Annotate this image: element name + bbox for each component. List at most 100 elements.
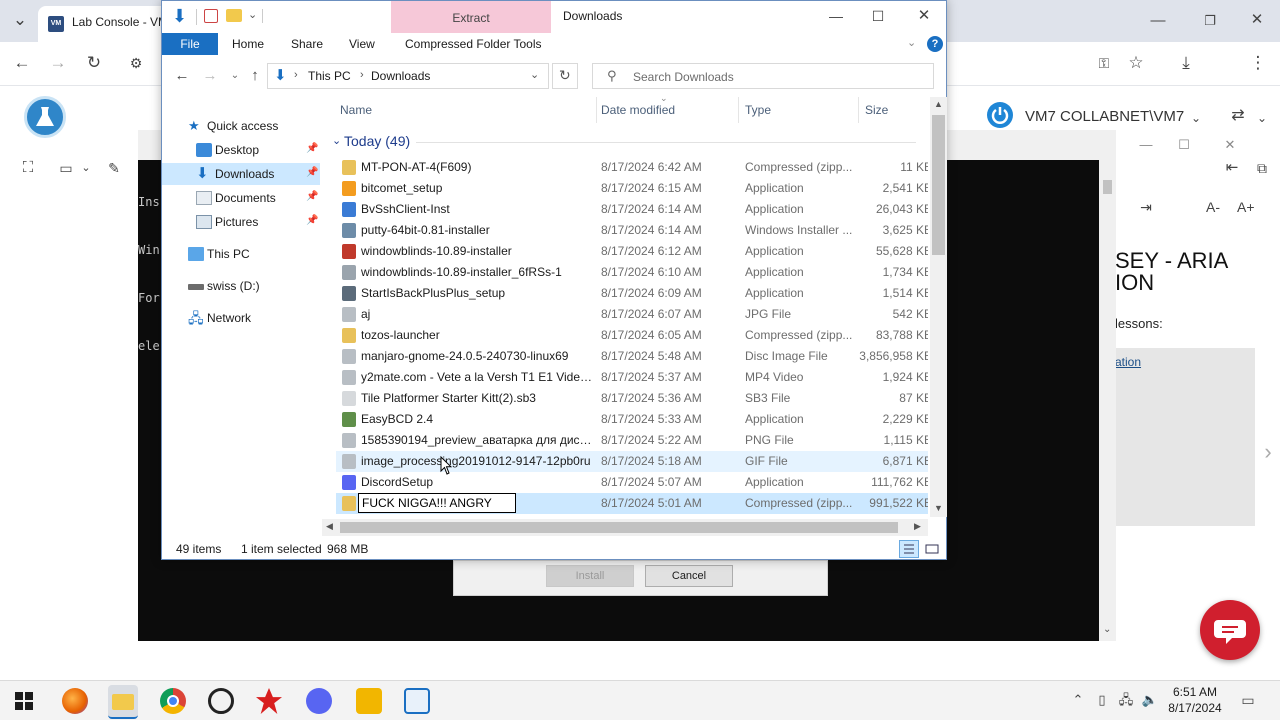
pin-icon[interactable]: 📌 <box>306 215 318 226</box>
volume-icon[interactable]: 🔈 <box>1140 690 1160 710</box>
explorer-maximize-icon[interactable]: ☐ <box>868 6 888 26</box>
tab-file[interactable]: File <box>162 33 218 55</box>
site-info-icon[interactable]: ⚙ <box>126 53 146 73</box>
vm-close-icon[interactable]: ✕ <box>1220 135 1240 155</box>
column-divider[interactable] <box>596 97 597 123</box>
pen-icon[interactable]: ✎ <box>104 158 124 178</box>
explorer-minimize-icon[interactable]: — <box>826 6 846 26</box>
column-name[interactable]: Name <box>340 103 372 117</box>
usb-icon[interactable]: ▯ <box>1092 690 1112 710</box>
panda-app-icon[interactable] <box>208 688 234 714</box>
collapse-panel-icon[interactable]: ⇤ <box>1222 158 1242 178</box>
tab-compressed-folder-tools[interactable]: Compressed Folder Tools <box>391 33 551 55</box>
file-row[interactable]: Tile Platformer Starter Kitt(2).sb3 8/17/… <box>336 388 928 409</box>
nav-item-pictures[interactable]: Pictures 📌 <box>162 211 320 233</box>
properties-icon[interactable] <box>204 9 218 23</box>
pin-icon[interactable]: 📌 <box>306 167 318 178</box>
file-list-vertical-scrollbar[interactable]: ▲ ▼ <box>930 97 947 517</box>
large-icons-view-button[interactable] <box>924 541 940 557</box>
file-row[interactable]: image_processing20191012-9147-12pb0ru 8/1… <box>336 451 928 472</box>
column-size[interactable]: Size <box>865 103 888 117</box>
power-icon[interactable] <box>987 102 1013 128</box>
file-row[interactable]: tozos-launcher 8/17/2024 6:05 AM Compresse… <box>336 325 928 346</box>
vm-selector-chevron-icon[interactable]: ⌄ <box>1186 108 1206 128</box>
lesson-link[interactable]: ation <box>1115 355 1141 369</box>
tab-search-icon[interactable]: ⌄ <box>10 10 30 30</box>
firefox-icon[interactable] <box>62 688 88 714</box>
file-row[interactable]: StartIsBackPlusPlus_setup 8/17/2024 6:09 … <box>336 283 928 304</box>
nav-item-quick-access[interactable]: ★ Quick access <box>162 115 320 137</box>
red-star-app-icon[interactable] <box>256 688 282 714</box>
pin-icon[interactable]: 📌 <box>306 191 318 202</box>
font-smaller-button[interactable]: A- <box>1206 199 1220 215</box>
file-row[interactable]: y2mate.com - Vete a la Versh T1 E1 Video… <box>336 367 928 388</box>
chrome-icon[interactable] <box>160 688 186 714</box>
translate-icon[interactable]: ⇄ <box>1228 106 1248 126</box>
file-row[interactable]: bitcomet_setup 8/17/2024 6:15 AM Applicati… <box>336 178 928 199</box>
vm-scroll-thumb[interactable] <box>1103 180 1112 194</box>
breadcrumb-this-pc[interactable]: This PC <box>308 69 351 83</box>
menu-kebab-icon[interactable]: ⋮ <box>1248 53 1268 73</box>
recent-locations-icon[interactable]: ⌄ <box>225 66 245 86</box>
installer-app-icon[interactable] <box>404 688 430 714</box>
ribbon-expand-icon[interactable]: ⌄ <box>907 36 916 49</box>
details-view-button[interactable] <box>899 540 919 558</box>
restore-icon[interactable]: ❐ <box>1200 11 1220 31</box>
back-icon[interactable]: ← <box>12 53 32 73</box>
nav-item-swiss-drive[interactable]: swiss (D:) <box>162 275 320 297</box>
new-folder-icon[interactable] <box>226 9 242 22</box>
pin-icon[interactable]: 📌 <box>306 143 318 154</box>
file-row[interactable]: EasyBCD 2.4 8/17/2024 5:33 AM Application 2… <box>336 409 928 430</box>
tab-share[interactable]: Share <box>291 37 323 51</box>
skip-last-icon[interactable]: ⇥ <box>1136 197 1156 217</box>
scroll-left-icon[interactable]: ◀ <box>326 521 333 532</box>
file-row[interactable]: windowblinds-10.89-installer 8/17/2024 6:… <box>336 241 928 262</box>
chevron-down-icon[interactable]: ⌄ <box>76 158 96 178</box>
discord-icon[interactable] <box>306 688 332 714</box>
minimize-icon[interactable]: — <box>1148 11 1168 31</box>
file-row[interactable]: MT-PON-AT-4(F609) 8/17/2024 6:42 AM Compre… <box>336 157 928 178</box>
address-dropdown-icon[interactable]: ⌄ <box>530 68 539 81</box>
vertical-scroll-thumb[interactable] <box>932 115 945 255</box>
file-row[interactable]: DiscordSetup 8/17/2024 5:07 AM Application… <box>336 472 928 493</box>
vm-scroll-down-icon[interactable]: ⌄ <box>1103 624 1111 635</box>
file-row[interactable]: manjaro-gnome-24.0.5-240730-linux69 8/17/… <box>336 346 928 367</box>
yellow-app-icon[interactable] <box>356 688 382 714</box>
explorer-close-icon[interactable]: ✕ <box>914 6 934 26</box>
file-row[interactable]: 1585390194_preview_аватарка для диско...… <box>336 430 928 451</box>
file-row[interactable]: windowblinds-10.89-installer_6fRSs-1 8/17… <box>336 262 928 283</box>
forward-icon[interactable]: → <box>48 53 68 73</box>
vm-maximize-icon[interactable]: ☐ <box>1174 135 1194 155</box>
bookmark-star-icon[interactable]: ☆ <box>1126 53 1146 73</box>
column-type[interactable]: Type <box>745 103 771 117</box>
close-icon[interactable]: ✕ <box>1247 10 1267 30</box>
breadcrumb-downloads[interactable]: Downloads <box>371 69 430 83</box>
up-level-icon[interactable]: ↑ <box>245 66 265 86</box>
file-explorer-taskbar-button[interactable] <box>108 685 138 719</box>
nav-item-downloads[interactable]: ⬇ Downloads 📌 <box>162 163 320 185</box>
app-logo[interactable] <box>24 96 66 138</box>
address-bar[interactable]: ⬇ › This PC › Downloads ⌄ <box>267 63 549 89</box>
rename-input[interactable]: FUCK NIGGA!!! ANGRY <box>358 493 516 513</box>
start-windows-icon[interactable] <box>15 692 33 710</box>
browser-tab[interactable]: VM Lab Console - VM <box>38 6 178 42</box>
file-row-partial[interactable] <box>336 514 928 517</box>
fullscreen-icon[interactable]: ⛶ <box>18 158 38 178</box>
chat-button[interactable] <box>1200 600 1260 660</box>
file-list-horizontal-scrollbar[interactable]: ◀ ▶ <box>322 519 928 536</box>
scroll-up-icon[interactable]: ▲ <box>934 99 943 109</box>
nav-item-documents[interactable]: Documents 📌 <box>162 187 320 209</box>
scroll-right-icon[interactable]: ▶ <box>914 521 921 532</box>
tab-home[interactable]: Home <box>232 37 264 51</box>
show-hidden-icons-chevron-icon[interactable]: ⌃ <box>1068 690 1088 710</box>
nav-item-network[interactable]: 🖧 Network <box>162 307 320 329</box>
font-larger-button[interactable]: A+ <box>1237 199 1255 215</box>
horizontal-scroll-thumb[interactable] <box>340 522 898 533</box>
vm-selector-label[interactable]: VM7 COLLABNET\VM7 <box>1025 108 1184 125</box>
file-row[interactable]: FUCK NIGGA!!! ANGRY 8/17/2024 5:01 AM Comp… <box>336 493 928 514</box>
nav-back-icon[interactable]: ← <box>172 66 192 86</box>
next-page-icon[interactable]: › <box>1258 441 1278 463</box>
file-row[interactable]: BvSshClient-Inst 8/17/2024 6:14 AM Applica… <box>336 199 928 220</box>
download-icon[interactable]: ⤓ <box>1176 53 1196 73</box>
vm-scrollbar[interactable]: ⌄ <box>1099 160 1116 641</box>
